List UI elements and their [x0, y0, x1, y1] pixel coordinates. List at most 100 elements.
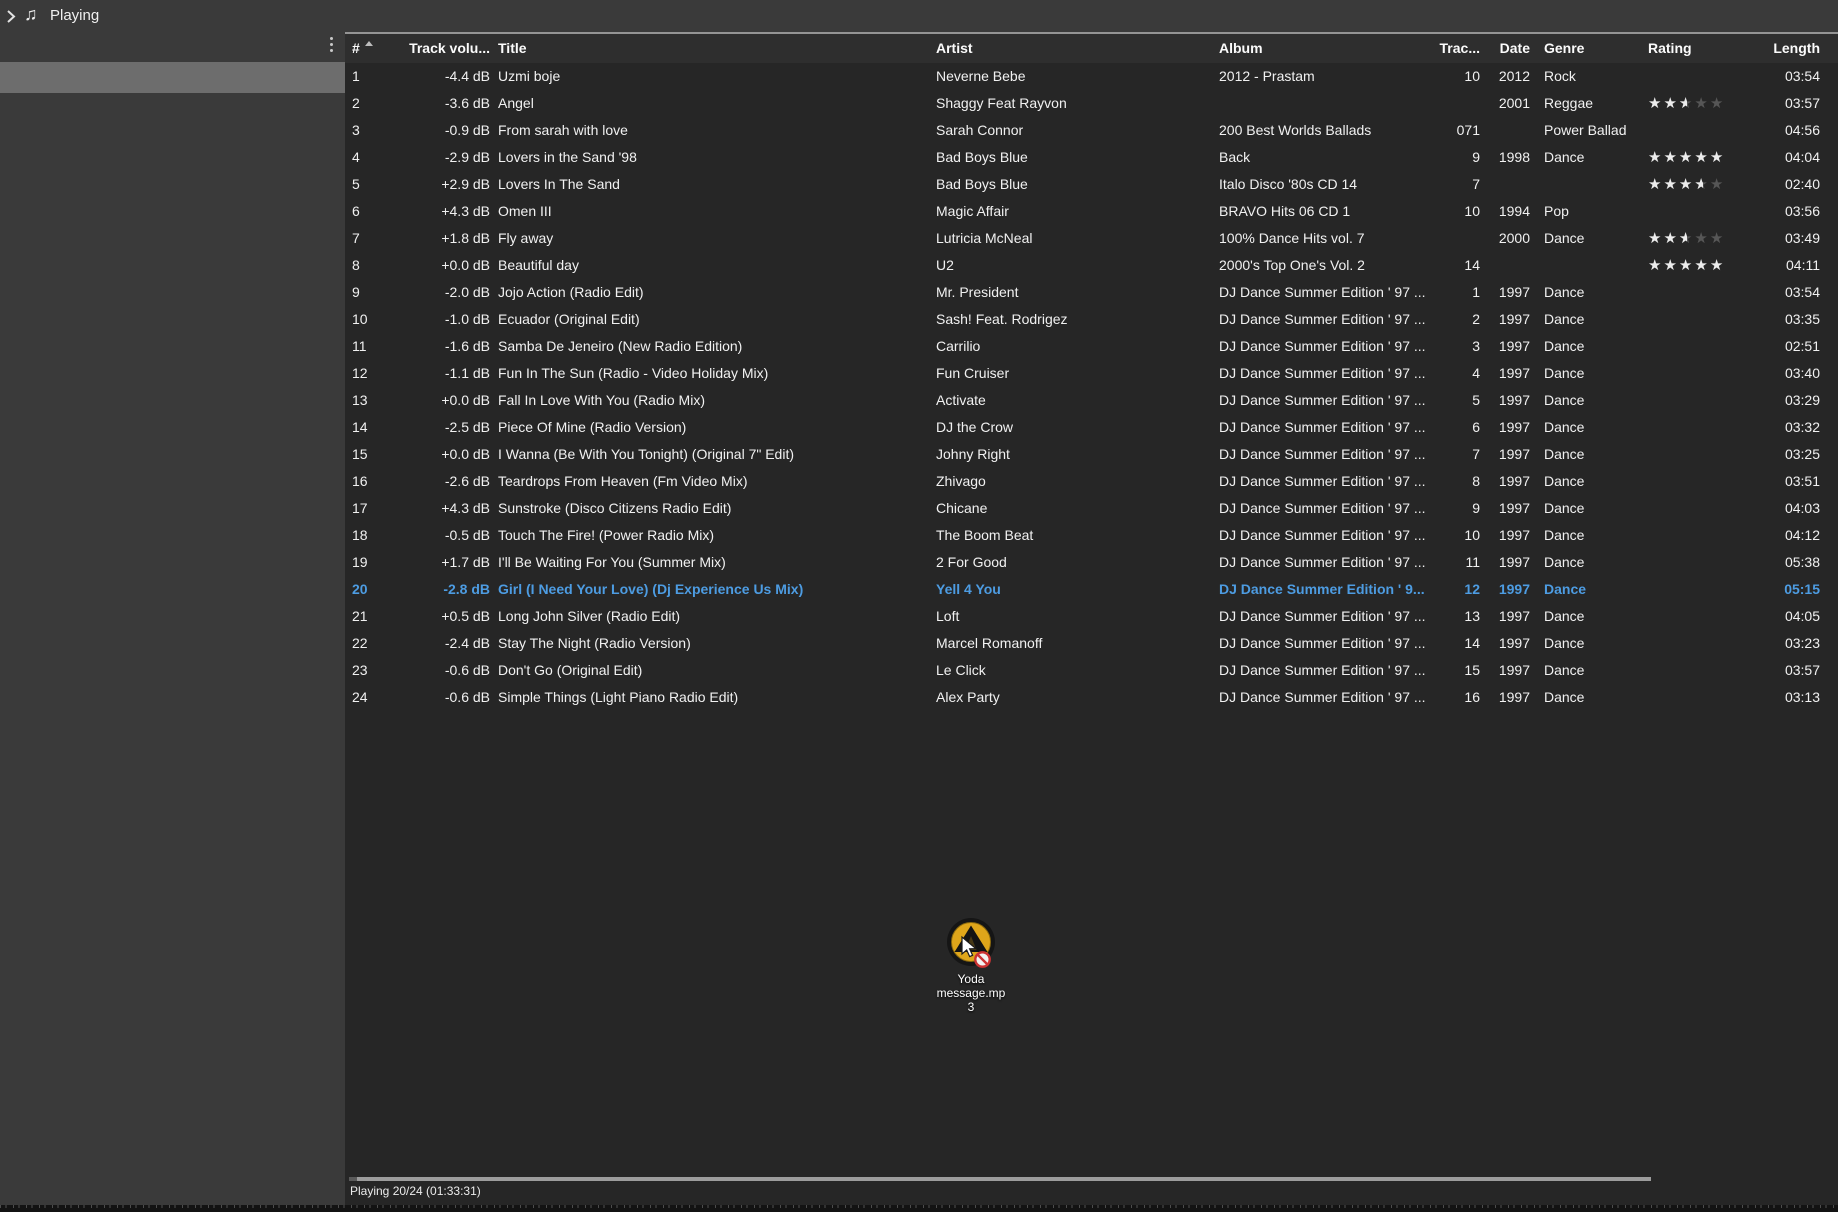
track-row[interactable]: 13+0.0 dBFall In Love With You (Radio Mi…: [345, 387, 1838, 414]
cell-artist: The Boom Beat: [936, 522, 1214, 549]
track-row-now-playing[interactable]: 20-2.8 dBGirl (I Need Your Love) (Dj Exp…: [345, 576, 1838, 603]
cell-volume: -0.5 dB: [370, 522, 490, 549]
track-row[interactable]: 15+0.0 dBI Wanna (Be With You Tonight) (…: [345, 441, 1838, 468]
kebab-menu-icon[interactable]: [326, 37, 336, 55]
cell-genre: Dance: [1544, 468, 1644, 495]
top-bar: ♫ Playing: [0, 0, 1838, 32]
star-filled-icon: ★: [1679, 257, 1694, 274]
cell-title: Girl (I Need Your Love) (Dj Experience U…: [498, 576, 928, 603]
taskbar-strip[interactable]: [0, 1205, 1838, 1212]
column-header-title[interactable]: Title: [498, 34, 928, 63]
column-header-genre[interactable]: Genre: [1544, 34, 1644, 63]
track-row[interactable]: 19+1.7 dBI'll Be Waiting For You (Summer…: [345, 549, 1838, 576]
track-row[interactable]: 21+0.5 dBLong John Silver (Radio Edit)Lo…: [345, 603, 1838, 630]
cell-volume: -1.6 dB: [370, 333, 490, 360]
cell-date: 1997: [1485, 279, 1530, 306]
sidebar-panel: [0, 32, 345, 1205]
cell-artist: Activate: [936, 387, 1214, 414]
cell-length: 03:35: [1760, 306, 1820, 333]
cell-genre: Dance: [1544, 549, 1644, 576]
cell-title: Lovers In The Sand: [498, 171, 928, 198]
cell-length: 02:51: [1760, 333, 1820, 360]
track-row[interactable]: 5+2.9 dBLovers In The SandBad Boys BlueI…: [345, 171, 1838, 198]
track-row[interactable]: 1-4.4 dBUzmi bojeNeverne Bebe2012 - Pras…: [345, 63, 1838, 90]
track-list: 1-4.4 dBUzmi bojeNeverne Bebe2012 - Pras…: [345, 63, 1838, 711]
track-row[interactable]: 2-3.6 dBAngelShaggy Feat Rayvon2001Regga…: [345, 90, 1838, 117]
cell-volume: -2.0 dB: [370, 279, 490, 306]
cell-genre: Rock: [1544, 63, 1644, 90]
track-row[interactable]: 23-0.6 dBDon't Go (Original Edit)Le Clic…: [345, 657, 1838, 684]
cell-length: 03:56: [1760, 198, 1820, 225]
cell-track: 1: [1397, 279, 1480, 306]
cell-artist: Loft: [936, 603, 1214, 630]
star-half-icon: ★★: [1679, 225, 1694, 252]
track-row[interactable]: 14-2.5 dBPiece Of Mine (Radio Version)DJ…: [345, 414, 1838, 441]
cell-genre: Dance: [1544, 657, 1644, 684]
chevron-right-icon[interactable]: [5, 9, 17, 29]
track-row[interactable]: 10-1.0 dBEcuador (Original Edit)Sash! Fe…: [345, 306, 1838, 333]
cell-title: Piece Of Mine (Radio Version): [498, 414, 928, 441]
cell-date: 2012: [1485, 63, 1530, 90]
rating-stars[interactable]: ★★★★★: [1648, 257, 1725, 274]
track-row[interactable]: 11-1.6 dBSamba De Jeneiro (New Radio Edi…: [345, 333, 1838, 360]
app-window: ♫ Playing # Track volu... Title Artist A…: [0, 0, 1838, 1212]
rating-stars[interactable]: ★★★★★★: [1648, 230, 1725, 247]
star-filled-icon: ★: [1663, 149, 1678, 166]
cell-volume: -2.4 dB: [370, 630, 490, 657]
cell-title: Angel: [498, 90, 928, 117]
track-row[interactable]: 8+0.0 dBBeautiful dayU22000's Top One's …: [345, 252, 1838, 279]
track-row[interactable]: 16-2.6 dBTeardrops From Heaven (Fm Video…: [345, 468, 1838, 495]
cell-track: 6: [1397, 414, 1480, 441]
column-header-artist[interactable]: Artist: [936, 34, 1214, 63]
cell-volume: -2.6 dB: [370, 468, 490, 495]
rating-stars[interactable]: ★★★★★★: [1648, 95, 1725, 112]
cell-track: [1397, 90, 1480, 117]
column-header-track-no[interactable]: Trac...: [1397, 34, 1480, 63]
cell-genre: Power Ballad: [1544, 117, 1644, 144]
cell-length: 03:54: [1760, 279, 1820, 306]
star-filled-icon: ★: [1694, 149, 1709, 166]
column-header-length[interactable]: Length: [1760, 34, 1820, 63]
music-note-icon: ♫: [24, 4, 38, 25]
track-row[interactable]: 4-2.9 dBLovers in the Sand '98Bad Boys B…: [345, 144, 1838, 171]
dragged-file-icon[interactable]: [941, 916, 1001, 976]
cell-date: 1997: [1485, 360, 1530, 387]
cell-title: Samba De Jeneiro (New Radio Edition): [498, 333, 928, 360]
track-row[interactable]: 22-2.4 dBStay The Night (Radio Version)M…: [345, 630, 1838, 657]
cell-artist: Bad Boys Blue: [936, 171, 1214, 198]
rating-stars[interactable]: ★★★★★★: [1648, 176, 1725, 193]
track-row[interactable]: 18-0.5 dBTouch The Fire! (Power Radio Mi…: [345, 522, 1838, 549]
track-row[interactable]: 7+1.8 dBFly awayLutricia McNeal100% Danc…: [345, 225, 1838, 252]
track-row[interactable]: 17+4.3 dBSunstroke (Disco Citizens Radio…: [345, 495, 1838, 522]
cell-genre: Dance: [1544, 603, 1644, 630]
cell-track: 15: [1397, 657, 1480, 684]
column-header-date[interactable]: Date: [1485, 34, 1530, 63]
cell-track: 3: [1397, 333, 1480, 360]
track-row[interactable]: 24-0.6 dBSimple Things (Light Piano Radi…: [345, 684, 1838, 711]
track-row[interactable]: 3-0.9 dBFrom sarah with loveSarah Connor…: [345, 117, 1838, 144]
track-row[interactable]: 9-2.0 dBJojo Action (Radio Edit)Mr. Pres…: [345, 279, 1838, 306]
cell-track: 13: [1397, 603, 1480, 630]
cell-volume: +4.3 dB: [370, 495, 490, 522]
cell-volume: +0.0 dB: [370, 387, 490, 414]
sidebar-selected-row[interactable]: [0, 62, 345, 93]
cell-artist: Johny Right: [936, 441, 1214, 468]
cell-title: Sunstroke (Disco Citizens Radio Edit): [498, 495, 928, 522]
cell-length: 04:05: [1760, 603, 1820, 630]
rating-stars[interactable]: ★★★★★: [1648, 149, 1725, 166]
cell-artist: Fun Cruiser: [936, 360, 1214, 387]
cell-length: 03:40: [1760, 360, 1820, 387]
track-row[interactable]: 12-1.1 dBFun In The Sun (Radio - Video H…: [345, 360, 1838, 387]
cell-title: Ecuador (Original Edit): [498, 306, 928, 333]
cell-title: I'll Be Waiting For You (Summer Mix): [498, 549, 928, 576]
track-row[interactable]: 6+4.3 dBOmen IIIMagic AffairBRAVO Hits 0…: [345, 198, 1838, 225]
cell-genre: Dance: [1544, 630, 1644, 657]
cell-genre: Dance: [1544, 360, 1644, 387]
cell-date: 1994: [1485, 198, 1530, 225]
star-empty-icon: ★: [1710, 230, 1725, 247]
cell-artist: Bad Boys Blue: [936, 144, 1214, 171]
star-filled-icon: ★: [1679, 149, 1694, 166]
cell-genre: Dance: [1544, 684, 1644, 711]
column-header-track-volume[interactable]: Track volu...: [370, 34, 490, 63]
horizontal-scrollbar[interactable]: [349, 1177, 1651, 1181]
